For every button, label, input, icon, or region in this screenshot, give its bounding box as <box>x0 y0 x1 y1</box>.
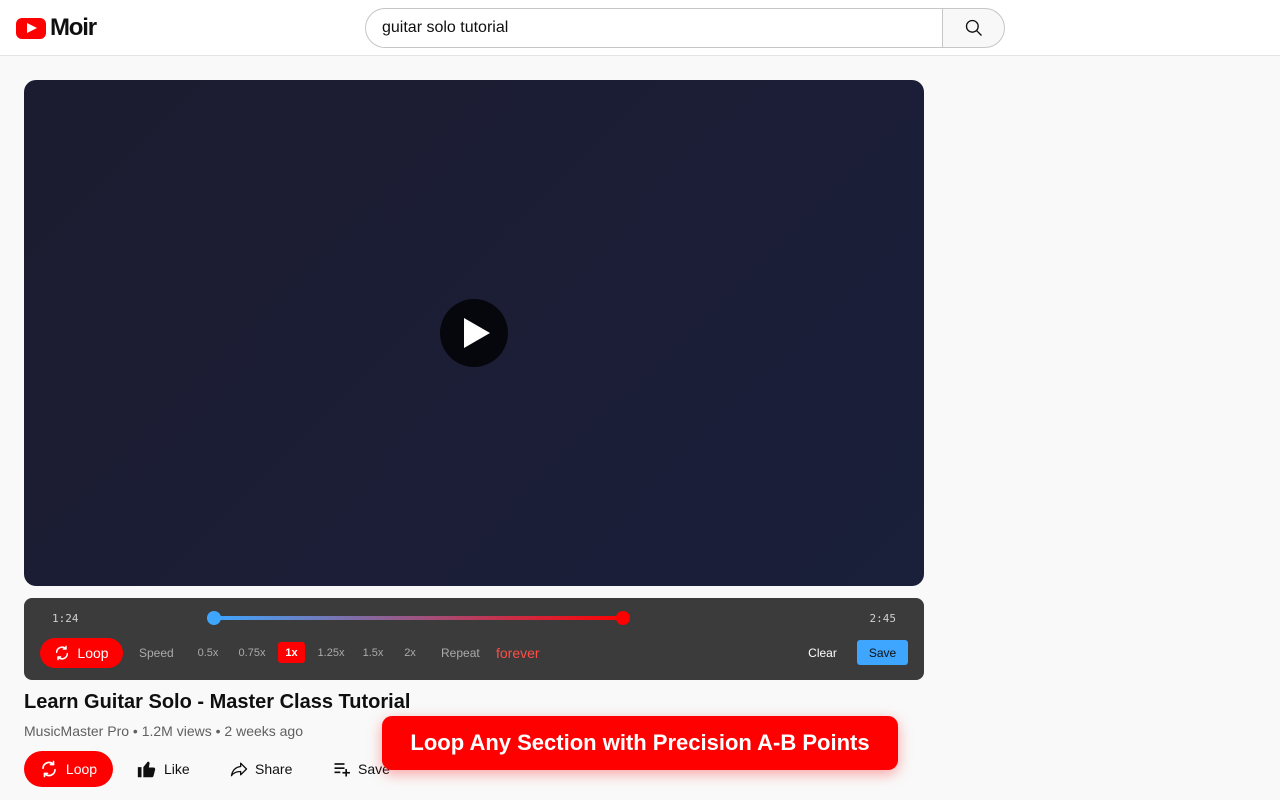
logo-text: Moir <box>50 14 97 41</box>
save-loop-button[interactable]: Save <box>857 640 908 665</box>
speed-option-1.25x[interactable]: 1.25x <box>314 642 348 663</box>
loop-point-a-handle[interactable] <box>207 611 221 625</box>
share-arrow-icon <box>230 762 248 777</box>
logo-play-icon <box>16 17 46 39</box>
loop-start-time: 1:24 <box>52 612 79 625</box>
top-bar: Moir <box>0 0 1280 56</box>
loop-controls: Loop Speed 0.5x 0.75x 1x 1.25x 1.5x 2x R… <box>40 638 910 668</box>
playlist-add-icon <box>334 763 350 777</box>
loop-end-time: 2:45 <box>869 612 897 625</box>
loop-action-button[interactable]: Loop <box>24 751 113 787</box>
speed-option-1x[interactable]: 1x <box>278 642 305 663</box>
share-label: Share <box>255 761 293 777</box>
speed-label: Speed <box>139 646 174 660</box>
video-meta: MusicMaster Pro • 1.2M views • 2 weeks a… <box>24 723 304 739</box>
loop-toggle-label: Loop <box>77 645 109 661</box>
speed-option-0.5x[interactable]: 0.5x <box>194 642 222 663</box>
loop-toggle-button[interactable]: Loop <box>40 638 123 668</box>
loop-icon <box>56 645 69 661</box>
clear-loop-button[interactable]: Clear <box>797 640 848 665</box>
speed-option-1.5x[interactable]: 1.5x <box>358 642 388 663</box>
video-player[interactable] <box>24 80 924 586</box>
speed-option-0.75x[interactable]: 0.75x <box>235 642 269 663</box>
like-button[interactable]: Like <box>136 751 190 787</box>
play-button[interactable] <box>440 299 508 367</box>
play-icon <box>464 318 490 348</box>
like-label: Like <box>164 761 190 777</box>
logo[interactable]: Moir <box>16 14 97 42</box>
video-title: Learn Guitar Solo - Master Class Tutoria… <box>24 691 411 713</box>
loop-action-label: Loop <box>65 761 98 777</box>
loop-point-b-handle[interactable] <box>616 611 630 625</box>
share-button[interactable]: Share <box>229 751 292 787</box>
repeat-label: Repeat <box>441 646 480 660</box>
loop-control-bar: 1:24 2:45 Loop Speed 0.5x 0.75x 1x 1.25x… <box>24 598 924 680</box>
feature-banner: Loop Any Section with Precision A-B Poin… <box>382 716 898 770</box>
loop-range-track[interactable] <box>214 616 624 620</box>
speed-option-2x[interactable]: 2x <box>399 642 421 663</box>
search-button[interactable] <box>942 8 1005 48</box>
search-icon <box>965 19 982 36</box>
video-actions: Loop Like Share Save <box>24 751 424 787</box>
search-bar <box>365 8 1005 48</box>
thumbs-up-icon <box>137 761 156 778</box>
loop-icon <box>42 760 56 778</box>
repeat-value[interactable]: forever <box>496 645 540 661</box>
search-input[interactable] <box>365 8 942 48</box>
